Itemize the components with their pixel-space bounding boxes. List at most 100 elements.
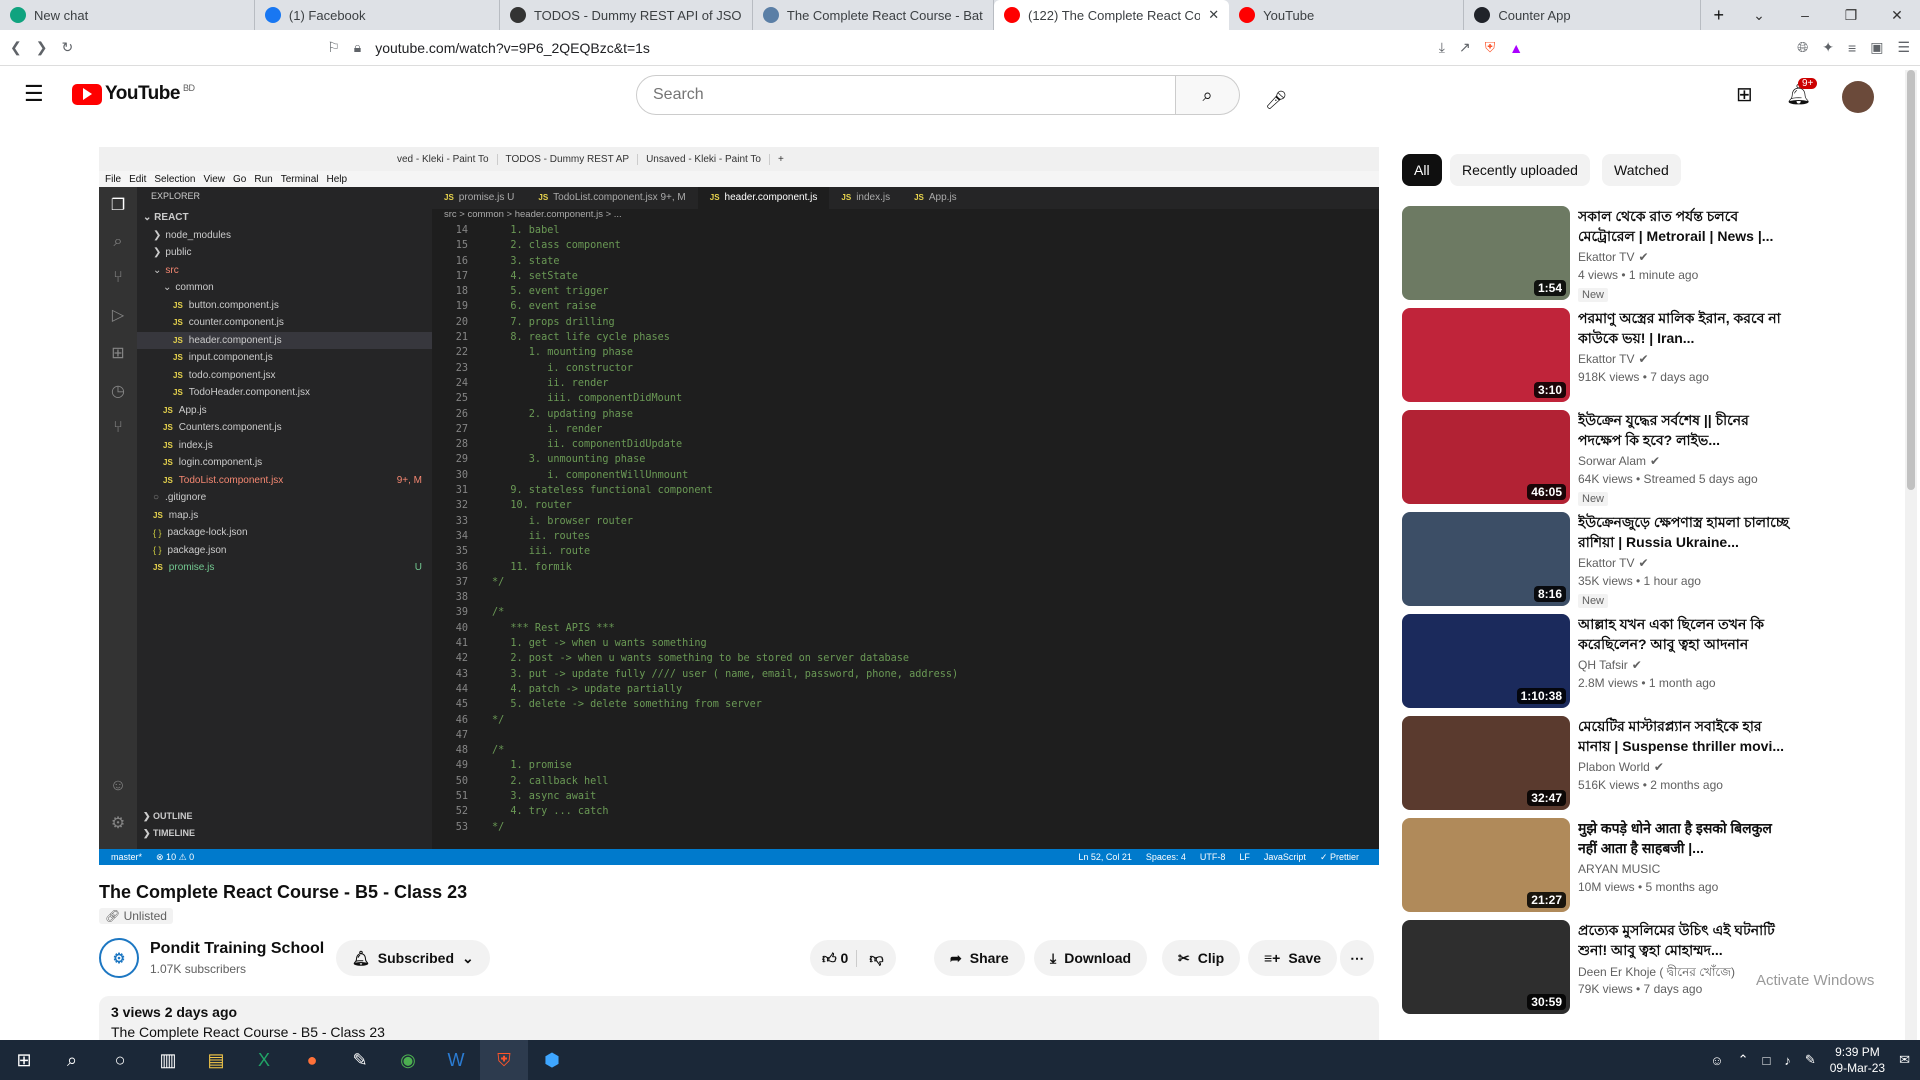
wallet-icon[interactable]: ▣ bbox=[1870, 39, 1883, 56]
brave-icon[interactable]: ⛨ bbox=[480, 1040, 528, 1080]
browser-tab[interactable]: TODOS - Dummy REST API of JSON d bbox=[500, 0, 753, 30]
browser-tab[interactable]: The Complete React Course - Batch 0 bbox=[753, 0, 994, 30]
vscode-icon[interactable]: ⬢ bbox=[528, 1040, 576, 1080]
share-page-icon[interactable]: ↗ bbox=[1459, 39, 1471, 56]
clip-button[interactable]: ✂ Clip bbox=[1162, 940, 1241, 976]
video-channel[interactable]: Plabon World ✔ bbox=[1578, 760, 1664, 774]
brave-shield-icon[interactable]: ⛨ bbox=[1485, 39, 1496, 56]
video-thumbnail[interactable]: 8:16 bbox=[1402, 512, 1570, 606]
people-icon[interactable]: ☺ bbox=[1710, 1053, 1723, 1068]
download-button[interactable]: ⤓ Download bbox=[1034, 940, 1148, 976]
recommended-video[interactable]: 21:27 मुझे कपड़े धोने आता है इसको बिलकुल … bbox=[1402, 818, 1802, 912]
video-channel[interactable]: Sorwar Alam ✔ bbox=[1578, 454, 1660, 468]
save-button[interactable]: ≡+ Save bbox=[1248, 940, 1338, 976]
browser-tab[interactable]: Counter App bbox=[1464, 0, 1702, 30]
network-icon[interactable]: □ bbox=[1762, 1053, 1770, 1068]
start-button[interactable]: ⊞ bbox=[0, 1040, 48, 1080]
video-channel[interactable]: Ekattor TV ✔ bbox=[1578, 556, 1649, 570]
bookmark-icon[interactable]: ⚐ bbox=[327, 39, 340, 56]
forward-icon[interactable]: ❯ bbox=[36, 39, 48, 56]
video-title[interactable]: মেয়েটির মাস্টারপ্ল্যান সবাইকে হার মানায… bbox=[1578, 716, 1794, 756]
video-title[interactable]: ইউক্রেনজুড়ে ক্ষেপণাস্ত্র হামলা চালাচ্ছে… bbox=[1578, 512, 1794, 552]
hamburger-menu-icon[interactable]: ☰ bbox=[24, 81, 48, 107]
video-channel[interactable]: Deen Er Khoje ( দ্বীনের খোঁজে) bbox=[1578, 964, 1735, 984]
video-thumbnail[interactable]: 30:59 bbox=[1402, 920, 1570, 1014]
browser-tab[interactable]: (1) Facebook bbox=[255, 0, 500, 30]
brave-rewards-icon[interactable]: ▲ bbox=[1509, 40, 1523, 56]
search-icon[interactable]: ⌕ bbox=[48, 1040, 96, 1080]
channel-name[interactable]: Pondit Training School bbox=[150, 940, 324, 958]
playlist-icon[interactable]: ≡ bbox=[1848, 40, 1856, 56]
minimize-icon[interactable]: – bbox=[1782, 7, 1828, 23]
subscribed-button[interactable]: 🔔︎ Subscribed ⌄ bbox=[336, 940, 490, 976]
like-button[interactable]: 👍︎ 0 bbox=[822, 950, 848, 967]
extensions-icon[interactable]: ✦ bbox=[1822, 39, 1834, 56]
file-explorer-icon[interactable]: ▤ bbox=[192, 1040, 240, 1080]
video-title[interactable]: পরমাণু অস্ত্রের মালিক ইরান, করবে না কাউক… bbox=[1578, 308, 1794, 348]
avatar[interactable] bbox=[1842, 81, 1874, 113]
tray-expand-icon[interactable]: ⌃ bbox=[1738, 1052, 1749, 1068]
video-title[interactable]: প্রত্যেক মুসলিমের উচিৎ এই ঘটনাটি শুনা! আ… bbox=[1578, 920, 1794, 960]
restore-icon[interactable]: ❐ bbox=[1828, 7, 1874, 24]
excel-icon[interactable]: X bbox=[240, 1040, 288, 1080]
browser-tab[interactable]: (122) The Complete React Cou ✕ bbox=[994, 0, 1230, 30]
clock[interactable]: 9:39 PM 09-Mar-23 bbox=[1830, 1044, 1885, 1076]
search-input[interactable] bbox=[636, 75, 1176, 115]
recommended-video[interactable]: 32:47 মেয়েটির মাস্টারপ্ল্যান সবাইকে হার … bbox=[1402, 716, 1802, 810]
back-icon[interactable]: ❮ bbox=[10, 39, 22, 56]
recommended-video[interactable]: 8:16 ইউক্রেনজুড়ে ক্ষেপণাস্ত্র হামলা চালা… bbox=[1402, 512, 1802, 608]
youtube-logo[interactable]: YouTube BD bbox=[72, 83, 195, 105]
more-actions-button[interactable]: ⋯ bbox=[1340, 940, 1374, 976]
create-video-icon[interactable]: ⊞ bbox=[1736, 82, 1753, 107]
video-channel[interactable]: Ekattor TV ✔ bbox=[1578, 250, 1649, 264]
new-tab-icon[interactable]: + bbox=[1701, 0, 1736, 30]
filter-chip[interactable]: Watched bbox=[1602, 154, 1681, 186]
page-scrollbar[interactable] bbox=[1905, 70, 1917, 1040]
recommended-video[interactable]: 46:05 ইউক্রেন যুদ্ধের সর্বশেষ || চীনের পদ… bbox=[1402, 410, 1802, 506]
filter-chip[interactable]: Recently uploaded bbox=[1450, 154, 1590, 186]
video-channel[interactable]: QH Tafsir ✔ bbox=[1578, 658, 1642, 672]
video-thumbnail[interactable]: 3:10 bbox=[1402, 308, 1570, 402]
tab-search-icon[interactable]: ⌄ bbox=[1736, 7, 1782, 24]
volume-icon[interactable]: ♪ bbox=[1784, 1053, 1791, 1068]
reload-icon[interactable]: ↻ bbox=[61, 39, 73, 56]
video-thumbnail[interactable]: 1:54 bbox=[1402, 206, 1570, 300]
video-channel[interactable]: ARYAN MUSIC bbox=[1578, 862, 1660, 876]
video-title[interactable]: ইউক্রেন যুদ্ধের সর্বশেষ || চীনের পদক্ষেপ… bbox=[1578, 410, 1794, 450]
paint-icon[interactable]: ✎ bbox=[336, 1040, 384, 1080]
video-title[interactable]: मुझे कपड़े धोने आता है इसको बिलकुल नहीं … bbox=[1578, 818, 1794, 858]
browser-tab[interactable]: New chat bbox=[0, 0, 255, 30]
menu-icon[interactable]: ☰ bbox=[1897, 39, 1910, 56]
recommended-video[interactable]: 3:10 পরমাণু অস্ত্রের মালিক ইরান, করবে না … bbox=[1402, 308, 1802, 402]
notifications-button[interactable]: 🔔︎ 9+ bbox=[1786, 78, 1818, 107]
filter-chip[interactable]: All bbox=[1402, 154, 1442, 186]
video-thumbnail[interactable]: 1:10:38 bbox=[1402, 614, 1570, 708]
description-box[interactable]: 3 views 2 days ago The Complete React Co… bbox=[99, 996, 1379, 1040]
word-icon[interactable]: W bbox=[432, 1040, 480, 1080]
search-button[interactable]: ⌕ bbox=[1176, 75, 1240, 115]
video-player[interactable]: ved - Kleki - Paint To TODOS - Dummy REST… bbox=[99, 147, 1379, 865]
close-icon[interactable]: ✕ bbox=[1208, 7, 1219, 23]
video-channel[interactable]: Ekattor TV ✔ bbox=[1578, 352, 1649, 366]
video-thumbnail[interactable]: 32:47 bbox=[1402, 716, 1570, 810]
firefox-icon[interactable]: ● bbox=[288, 1040, 336, 1080]
video-title[interactable]: আল্লাহ যখন একা ছিলেন তখন কি করেছিলেন? আব… bbox=[1578, 614, 1794, 654]
recommended-video[interactable]: 1:10:38 আল্লাহ যখন একা ছিলেন তখন কি করেছি… bbox=[1402, 614, 1802, 708]
voice-search-button[interactable]: 🎤︎ bbox=[1256, 80, 1296, 120]
pen-icon[interactable]: ✎ bbox=[1805, 1052, 1816, 1068]
chrome-icon[interactable]: ◉ bbox=[384, 1040, 432, 1080]
cortana-icon[interactable]: ○ bbox=[96, 1040, 144, 1080]
share-button[interactable]: ➦ Share bbox=[934, 940, 1025, 976]
task-view-icon[interactable]: ▥ bbox=[144, 1040, 192, 1080]
video-thumbnail[interactable]: 21:27 bbox=[1402, 818, 1570, 912]
recommended-video[interactable]: 1:54 সকাল থেকে রাত পর্যন্ত চলবে মেট্রোরেল… bbox=[1402, 206, 1802, 302]
video-thumbnail[interactable]: 46:05 bbox=[1402, 410, 1570, 504]
browser-tab[interactable]: YouTube bbox=[1229, 0, 1465, 30]
address-bar[interactable]: youtube.com/watch?v=9P6_2QEQBzc&t=1s bbox=[375, 40, 650, 56]
dislike-button[interactable]: 👎︎ bbox=[856, 949, 884, 967]
install-icon[interactable]: ⤓ bbox=[1439, 39, 1445, 56]
video-title[interactable]: সকাল থেকে রাত পর্যন্ত চলবে মেট্রোরেল | M… bbox=[1578, 206, 1794, 246]
channel-avatar[interactable]: ⚙ bbox=[99, 938, 139, 978]
action-center-icon[interactable]: ✉ bbox=[1899, 1052, 1910, 1068]
recommended-video[interactable]: 30:59 প্রত্যেক মুসলিমের উচিৎ এই ঘটনাটি শু… bbox=[1402, 920, 1802, 1014]
